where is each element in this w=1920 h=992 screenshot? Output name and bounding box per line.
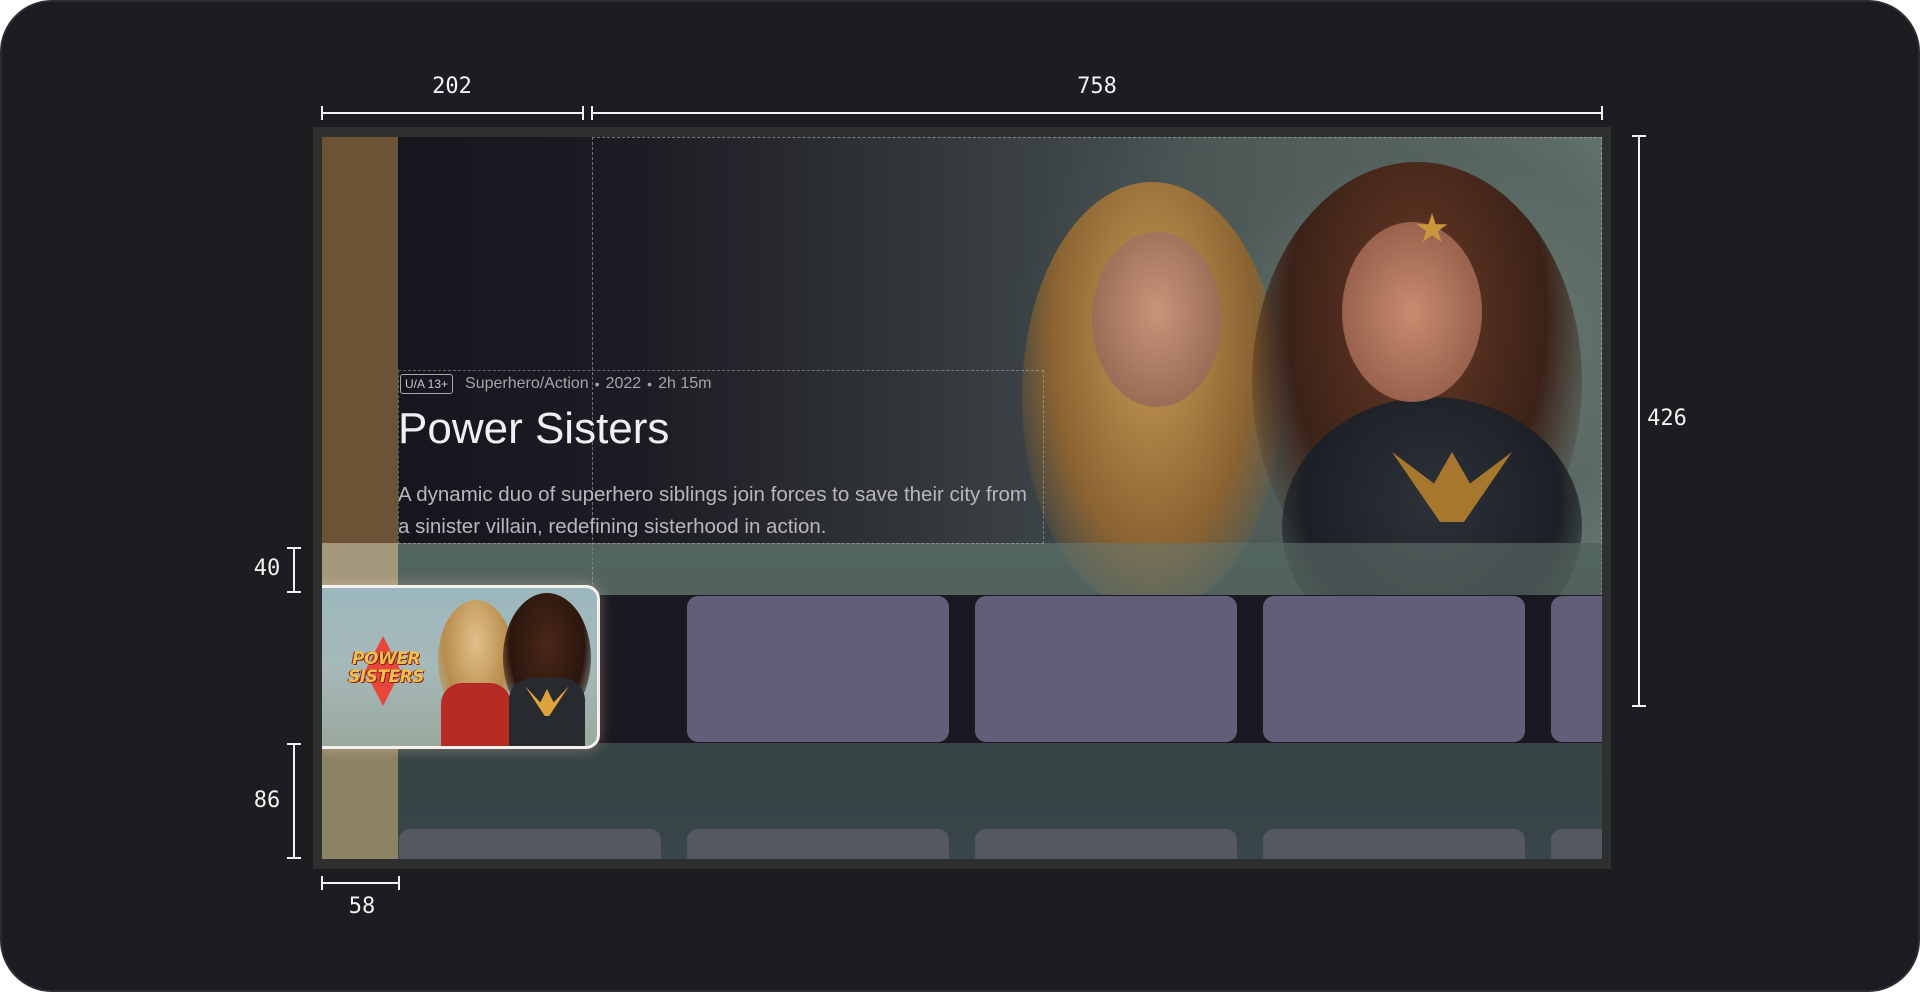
dimension-tick — [287, 743, 301, 745]
genre-label: Superhero/Action — [465, 375, 589, 392]
card-art-red-suit — [441, 683, 511, 746]
dimension-line-rail-width — [322, 882, 400, 884]
device-frame: 202 758 426 40 86 58 ★ U/A 13+ Superhero… — [0, 0, 1920, 992]
nav-rail-highlight — [322, 743, 398, 859]
content-card-next-row[interactable] — [687, 829, 949, 859]
dimension-tick — [1632, 135, 1646, 137]
dimension-tick — [321, 876, 323, 890]
dimension-label-rail-width: 58 — [348, 894, 376, 919]
dimension-label-row-gap: 40 — [253, 556, 281, 581]
runtime-label: 2h 15m — [658, 375, 712, 392]
dimension-tick — [287, 591, 301, 593]
dimension-line-hero-height — [1638, 136, 1640, 706]
meta-separator: • — [647, 376, 653, 392]
content-card[interactable] — [1551, 596, 1602, 742]
content-card-next-row[interactable] — [1263, 829, 1525, 859]
hero-description: A dynamic duo of superhero siblings join… — [398, 483, 1027, 538]
card-logo-line: SISTERS — [348, 667, 424, 687]
dimension-line-bottom-peek — [293, 744, 295, 858]
dimension-tick — [287, 547, 301, 549]
hero-title: Power Sisters — [398, 404, 670, 453]
dimension-line-nav-width — [322, 112, 584, 114]
dimension-tick — [321, 106, 323, 120]
dimension-tick — [1601, 106, 1603, 120]
card-logo-line: POWER — [352, 649, 420, 669]
meta-separator: • — [594, 376, 600, 392]
dimension-label-bottom-peek: 86 — [253, 788, 281, 813]
content-card[interactable] — [1263, 596, 1525, 742]
dimension-tick — [582, 106, 584, 120]
dimension-line-row-gap — [293, 548, 295, 592]
dimension-tick — [287, 857, 301, 859]
age-rating-badge: U/A 13+ — [400, 374, 454, 394]
dimension-tick — [591, 106, 593, 120]
dimension-label-hero-height: 426 — [1647, 406, 1687, 431]
dimension-label-hero-width: 758 — [1077, 74, 1117, 99]
focused-content-card[interactable]: POWER SISTERS — [322, 585, 600, 749]
dimension-label-nav-width: 202 — [432, 74, 472, 99]
dimension-tick — [398, 876, 400, 890]
dimension-tick — [1632, 705, 1646, 707]
content-card-next-row[interactable] — [1551, 829, 1602, 859]
content-card-next-row[interactable] — [399, 829, 661, 859]
hero-meta-row: U/A 13+ Superhero/Action • 2022 • 2h 15m — [400, 373, 711, 395]
content-card-next-row[interactable] — [975, 829, 1237, 859]
content-card[interactable] — [975, 596, 1237, 742]
release-year: 2022 — [605, 375, 642, 392]
dimension-line-hero-width — [592, 112, 1602, 114]
card-title-logo: POWER SISTERS — [331, 650, 441, 686]
tv-viewport: ★ U/A 13+ Superhero/Action • 2022 • 2h 1… — [322, 137, 1602, 859]
content-card[interactable] — [687, 596, 949, 742]
